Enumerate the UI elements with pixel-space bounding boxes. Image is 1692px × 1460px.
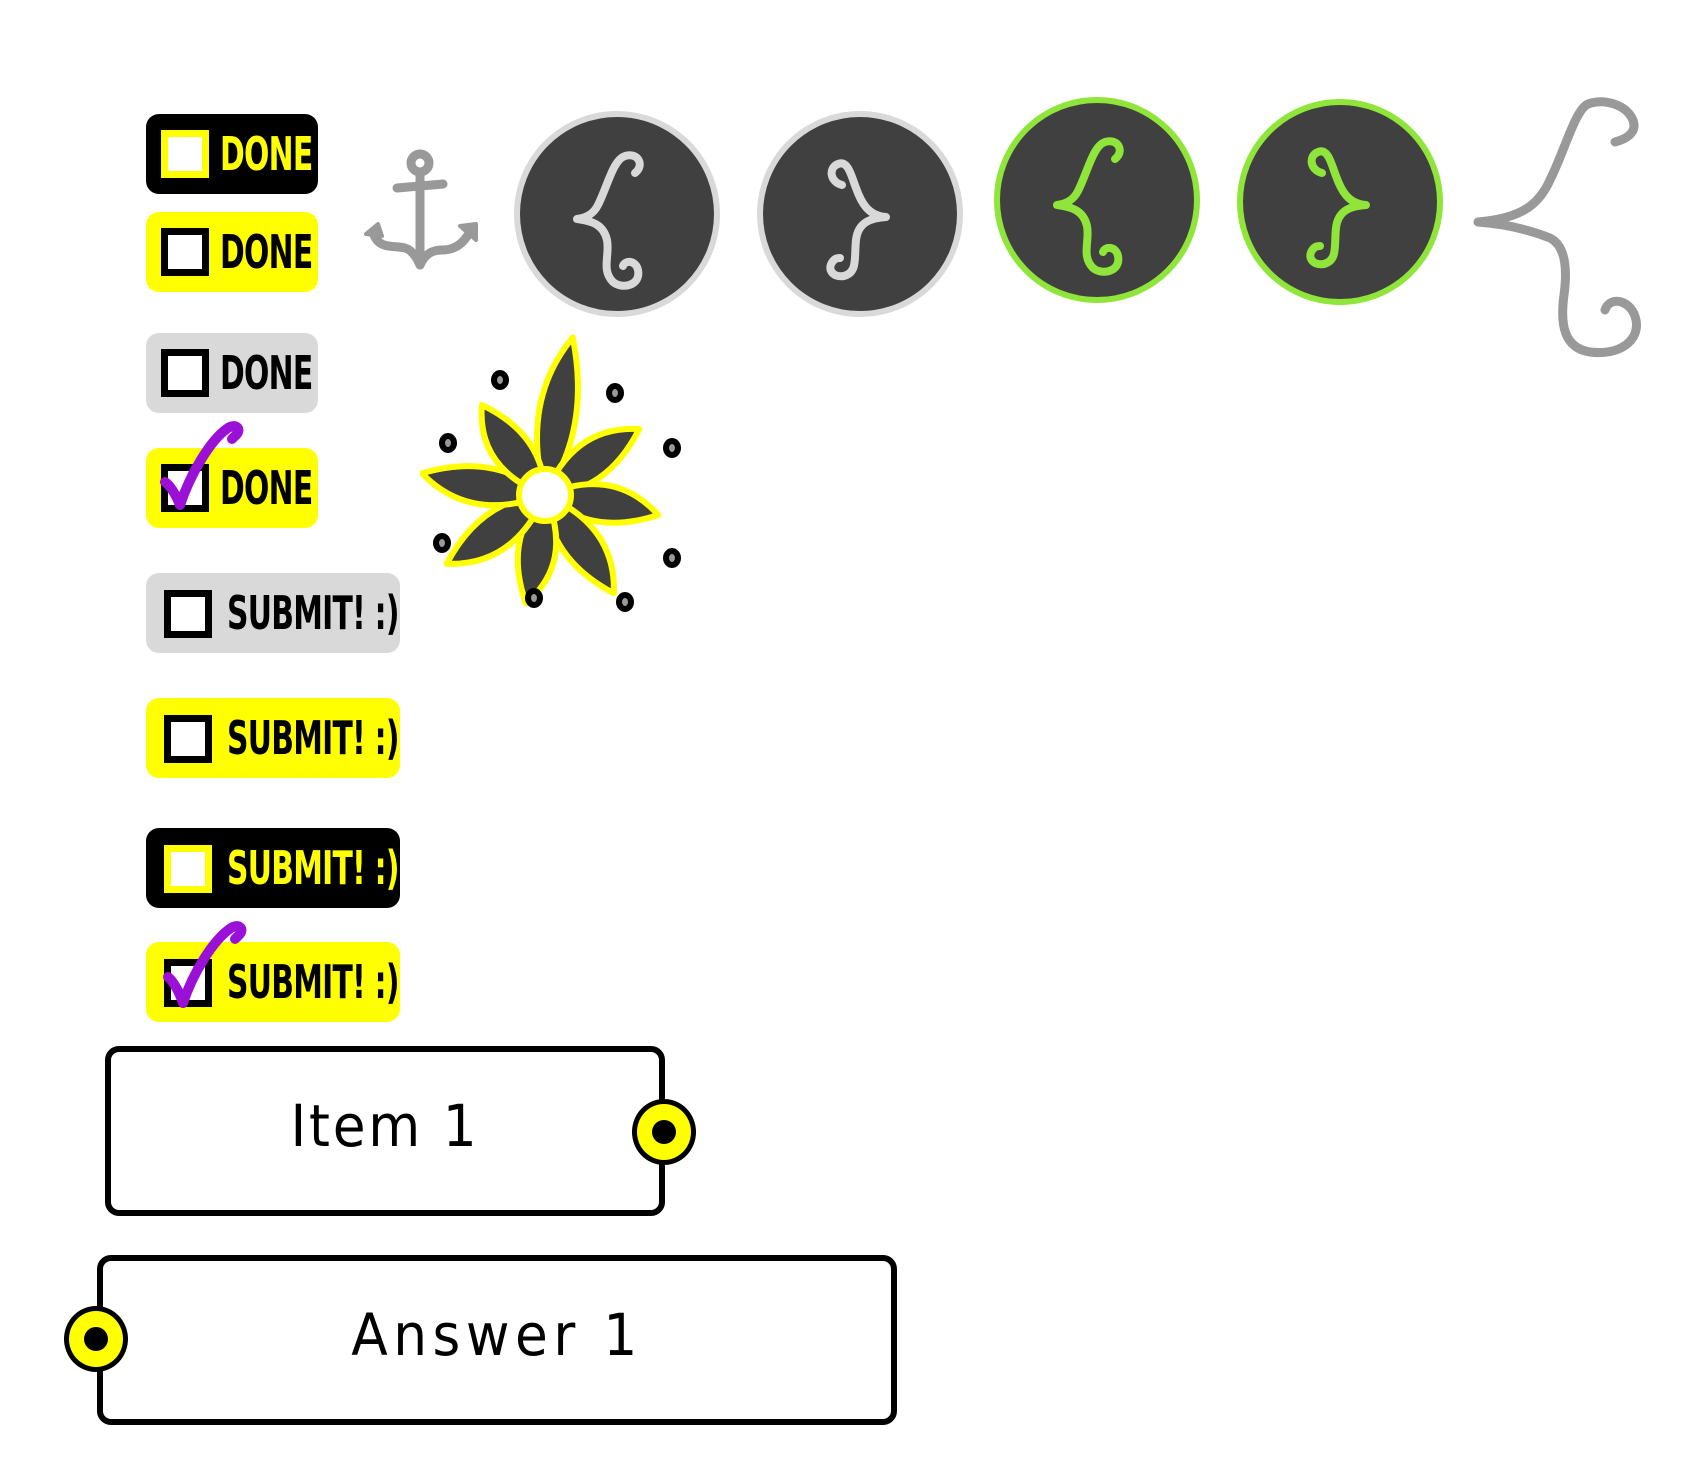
item-card[interactable]: Item 1	[105, 1046, 665, 1216]
checkbox[interactable]	[161, 228, 209, 276]
done-button-black[interactable]: DONE	[146, 114, 318, 194]
left-brace-button[interactable]	[513, 110, 721, 318]
done-button-gray[interactable]: DONE	[146, 333, 318, 413]
submit-button-checked[interactable]: SUBMIT! :)	[146, 942, 400, 1022]
item-connector-handle[interactable]	[632, 1099, 696, 1165]
done-button-yellow[interactable]: DONE	[146, 212, 318, 292]
flower-dot	[606, 383, 624, 403]
checkbox[interactable]	[164, 715, 212, 763]
checkbox[interactable]	[161, 130, 209, 178]
right-brace-button-active[interactable]	[1236, 98, 1444, 306]
flower-dot	[491, 370, 509, 390]
flower-dot	[433, 533, 451, 553]
flower-icon[interactable]	[420, 330, 720, 630]
checkbox[interactable]	[164, 845, 212, 893]
done-button-checked[interactable]: DONE	[146, 448, 318, 528]
answer-connector-handle[interactable]	[64, 1306, 128, 1372]
done-label: DONE	[220, 225, 313, 279]
submit-label: SUBMIT! :)	[227, 711, 399, 765]
checkbox-checked[interactable]	[161, 464, 209, 512]
done-label: DONE	[220, 127, 313, 181]
done-label: DONE	[220, 346, 313, 400]
checkbox-checked[interactable]	[164, 959, 212, 1007]
checkbox[interactable]	[161, 349, 209, 397]
answer-card[interactable]: Answer 1	[97, 1255, 897, 1425]
item-label: Item 1	[290, 1092, 480, 1160]
large-left-brace-icon	[1473, 97, 1641, 358]
submit-button-gray[interactable]: SUBMIT! :)	[146, 573, 400, 653]
flower-dot	[616, 592, 634, 612]
answer-label: Answer 1	[351, 1301, 643, 1369]
checkbox[interactable]	[164, 590, 212, 638]
connector-dot	[84, 1327, 108, 1351]
flower-dot	[663, 438, 681, 458]
submit-button-yellow[interactable]: SUBMIT! :)	[146, 698, 400, 778]
anchor-icon[interactable]	[360, 140, 490, 280]
submit-label: SUBMIT! :)	[227, 841, 399, 895]
submit-button-black[interactable]: SUBMIT! :)	[146, 828, 400, 908]
submit-label: SUBMIT! :)	[227, 955, 399, 1009]
left-brace-button-active[interactable]	[993, 96, 1201, 304]
right-brace-button[interactable]	[756, 110, 964, 318]
submit-label: SUBMIT! :)	[227, 586, 399, 640]
flower-dot	[439, 433, 457, 453]
flower-dot	[525, 588, 543, 608]
flower-center	[516, 466, 574, 524]
connector-dot	[652, 1120, 676, 1144]
done-label: DONE	[220, 461, 313, 515]
flower-dot	[663, 548, 681, 568]
